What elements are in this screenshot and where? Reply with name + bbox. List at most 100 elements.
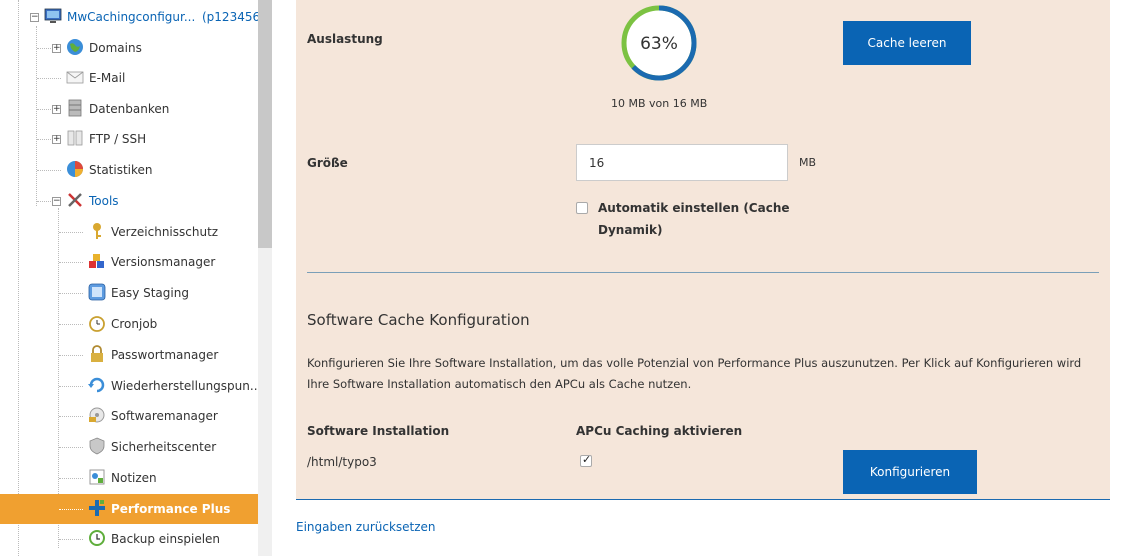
tools-icon xyxy=(68,193,82,207)
tools-item-passwortmanager[interactable]: Passwortmanager xyxy=(0,340,258,370)
software-heading: Software Cache Konfiguration xyxy=(307,311,530,329)
sidebar-scrollbar-thumb[interactable] xyxy=(258,0,272,248)
tree-connector xyxy=(59,509,83,510)
restore-icon xyxy=(88,377,105,393)
monitor-icon xyxy=(44,8,62,23)
blocks-icon xyxy=(89,254,104,268)
tree-connector xyxy=(59,447,83,448)
tools-item-label: Passwortmanager xyxy=(111,348,219,362)
sidebar-item-databases[interactable]: + Datenbanken xyxy=(0,94,258,124)
tree-connector xyxy=(59,262,83,263)
sidebar: − MwCachingconfigur... (p123456) + Domai… xyxy=(0,0,272,556)
envelope-icon xyxy=(66,71,84,84)
usage-gauge: 63% xyxy=(621,5,697,81)
tools-item-versionsmanager[interactable]: Versionsmanager xyxy=(0,247,258,277)
installation-path: /html/typo3 xyxy=(307,455,377,469)
tools-item-sicherheitscenter[interactable]: Sicherheitscenter xyxy=(0,432,258,462)
sidebar-item-label: FTP / SSH xyxy=(89,132,147,146)
reset-inputs-link[interactable]: Eingaben zurücksetzen xyxy=(296,520,436,534)
tools-item-label: Wiederherstellungspun... xyxy=(111,379,262,393)
software-icon xyxy=(89,407,105,423)
tools-item-label: Backup einspielen xyxy=(111,532,221,546)
usage-label: Auslastung xyxy=(307,32,383,46)
plus-icon xyxy=(89,500,105,516)
tools-item-label: Performance Plus xyxy=(111,502,231,516)
backup-icon xyxy=(89,530,105,546)
notes-icon xyxy=(89,469,105,485)
pie-chart-icon xyxy=(67,161,83,177)
tree-connector xyxy=(59,324,83,325)
staging-icon xyxy=(88,283,106,301)
lock-icon xyxy=(91,345,103,362)
sidebar-item-statistics[interactable]: Statistiken xyxy=(0,155,258,185)
performance-plus-panel: Auslastung 63% 10 MB von 16 MB Cache lee… xyxy=(296,0,1110,500)
sidebar-item-label: Tools xyxy=(89,194,119,208)
tree-connector xyxy=(59,416,83,417)
configure-button[interactable]: Konfigurieren xyxy=(843,450,977,494)
key-icon xyxy=(93,223,101,239)
tree-connector xyxy=(37,139,51,140)
sidebar-item-domains[interactable]: + Domains xyxy=(0,33,258,63)
tree-root-label: MwCachingconfigur... xyxy=(67,10,196,24)
tree-connector xyxy=(59,478,83,479)
size-label: Größe xyxy=(307,156,348,170)
tools-item-label: Sicherheitscenter xyxy=(111,440,217,454)
tree-root[interactable]: − MwCachingconfigur... (p123456) xyxy=(0,2,265,32)
sidebar-item-label: E-Mail xyxy=(89,71,126,85)
tree-connector xyxy=(37,109,51,110)
tree-connector xyxy=(37,201,51,202)
globe-icon xyxy=(67,39,83,55)
col-apcu-caching: APCu Caching aktivieren xyxy=(576,424,743,438)
expand-icon[interactable]: + xyxy=(52,135,61,144)
tree-connector xyxy=(59,386,83,387)
tools-item-label: Verzeichnisschutz xyxy=(111,225,219,239)
auto-adjust-label-line2: Dynamik) xyxy=(598,223,663,237)
col-software-installation: Software Installation xyxy=(307,424,450,438)
clock-icon xyxy=(89,316,105,332)
sidebar-item-ftp[interactable]: + FTP / SSH xyxy=(0,124,258,154)
tools-item-easy-staging[interactable]: Easy Staging xyxy=(0,278,258,308)
tools-item-wiederherstellung[interactable]: Wiederherstellungspun... xyxy=(0,371,262,401)
tools-item-softwaremanager[interactable]: Softwaremanager xyxy=(0,401,258,431)
software-desc-line2: Ihre Software Installation automatisch d… xyxy=(307,377,692,391)
sidebar-item-tools[interactable]: − Tools xyxy=(0,186,258,216)
folder-icon xyxy=(67,130,83,146)
tools-item-label: Softwaremanager xyxy=(111,409,218,423)
tools-item-notizen[interactable]: Notizen xyxy=(0,463,258,493)
tree-connector xyxy=(37,170,61,171)
size-input[interactable] xyxy=(576,144,788,181)
software-desc-line1: Konfigurieren Sie Ihre Software Installa… xyxy=(307,356,1082,370)
collapse-icon[interactable]: − xyxy=(52,197,61,206)
tree-connector xyxy=(37,78,61,79)
shield-icon xyxy=(89,437,105,455)
usage-text: 10 MB von 16 MB xyxy=(611,97,708,110)
tools-item-performance-plus[interactable]: Performance Plus xyxy=(0,494,258,524)
sidebar-item-label: Domains xyxy=(89,41,142,55)
tools-item-verzeichnisschutz[interactable]: Verzeichnisschutz xyxy=(0,217,258,247)
sidebar-item-label: Statistiken xyxy=(89,163,153,177)
tools-item-label: Versionsmanager xyxy=(111,255,216,269)
gauge-percent: 63% xyxy=(640,34,678,54)
clear-cache-button[interactable]: Cache leeren xyxy=(843,21,971,65)
auto-adjust-checkbox[interactable] xyxy=(576,202,588,214)
collapse-icon[interactable]: − xyxy=(30,13,39,22)
sidebar-item-email[interactable]: E-Mail xyxy=(0,63,258,93)
tools-item-label: Easy Staging xyxy=(111,286,189,300)
tree-connector xyxy=(59,355,83,356)
size-unit: MB xyxy=(799,156,817,169)
tree-root-id: (p123456) xyxy=(202,10,265,24)
sidebar-item-label: Datenbanken xyxy=(89,102,170,116)
tree-connector xyxy=(59,539,83,540)
section-divider xyxy=(307,272,1099,273)
database-icon xyxy=(68,99,82,117)
tools-item-backup[interactable]: Backup einspielen xyxy=(0,524,258,554)
tree-connector xyxy=(59,293,83,294)
apcu-enable-checkbox[interactable] xyxy=(580,453,592,467)
expand-icon[interactable]: + xyxy=(52,44,61,53)
expand-icon[interactable]: + xyxy=(52,105,61,114)
tools-item-label: Notizen xyxy=(111,471,157,485)
navigation-tree: − MwCachingconfigur... (p123456) + Domai… xyxy=(0,0,265,556)
tree-connector xyxy=(59,232,83,233)
auto-adjust-label-line1: Automatik einstellen (Cache xyxy=(598,201,790,215)
tools-item-cronjob[interactable]: Cronjob xyxy=(0,309,258,339)
